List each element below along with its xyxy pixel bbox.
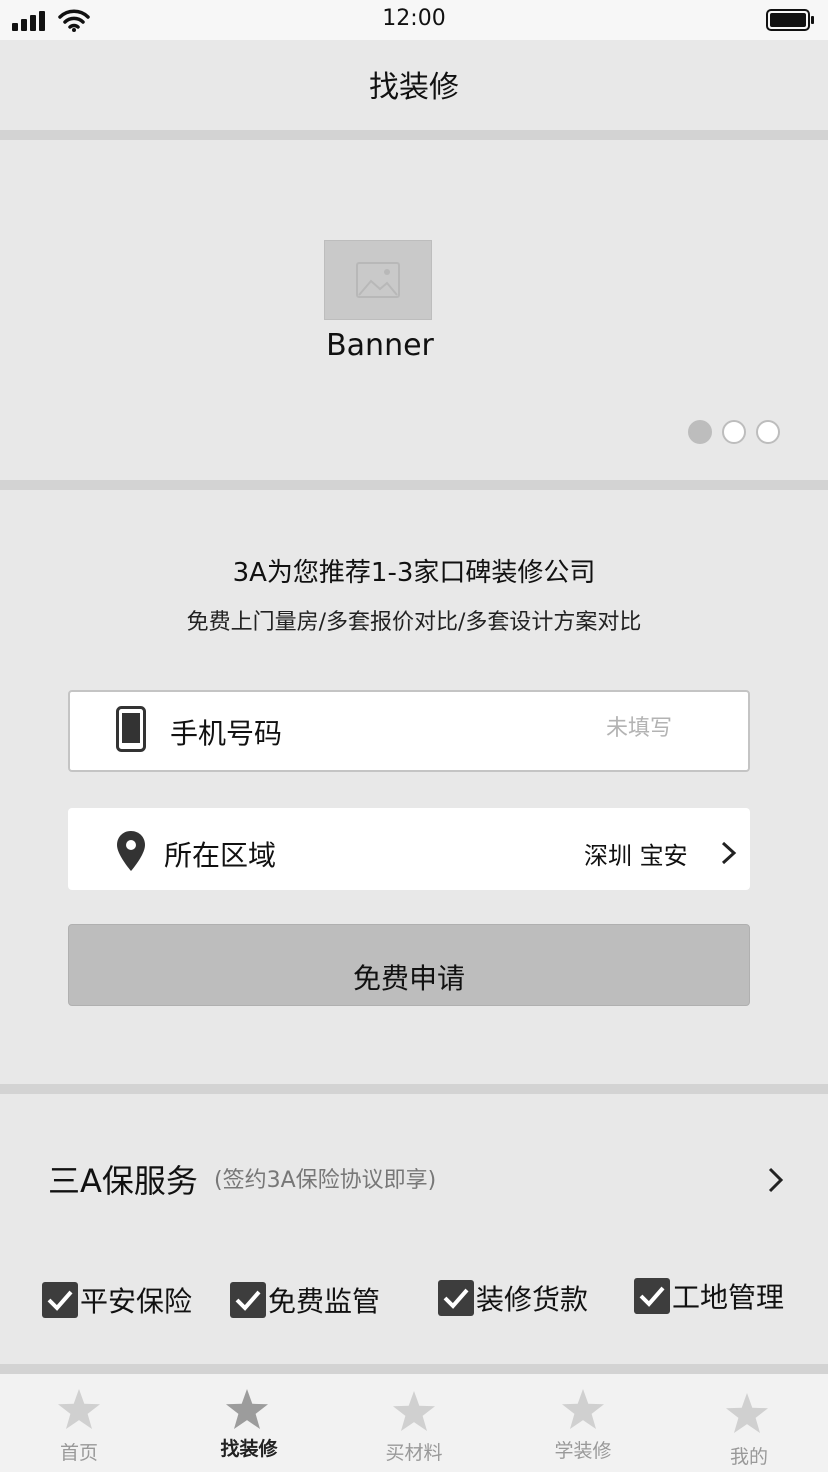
tab-label: 找装修 [220, 1438, 278, 1460]
carousel-dot-active[interactable] [688, 420, 712, 444]
check-icon [443, 1288, 469, 1309]
tab-mine[interactable]: 我的 [689, 1392, 809, 1470]
location-pin-icon [117, 831, 145, 871]
checkbox-checked[interactable] [634, 1278, 670, 1314]
star-icon [393, 1391, 435, 1431]
submit-button[interactable]: 免费申请 [68, 924, 750, 1006]
phone-input[interactable]: 未填写 [606, 710, 672, 742]
tab-find-decoration[interactable]: 找装修 [189, 1388, 309, 1468]
tab-home[interactable]: 首页 [19, 1388, 139, 1468]
service-section [0, 1094, 828, 1364]
battery-icon [766, 9, 814, 31]
service-item-label: 工地管理 [672, 1281, 785, 1314]
service-subtitle: (签约3A保险协议即享) [214, 1168, 437, 1193]
divider [0, 1364, 828, 1374]
banner-label: Banner [326, 328, 434, 363]
image-icon [356, 262, 400, 298]
page-title: 找装修 [369, 70, 459, 105]
checkbox-checked[interactable] [42, 1282, 78, 1318]
chevron-right-icon [721, 841, 737, 865]
service-item-site-management[interactable]: 工地管理 [634, 1276, 784, 1316]
divider [0, 480, 828, 490]
service-item-payment[interactable]: 装修货款 [438, 1278, 588, 1318]
divider [0, 1084, 828, 1094]
region-value: 深圳 宝安 [584, 842, 688, 870]
checkbox-checked[interactable] [230, 1282, 266, 1318]
check-icon [639, 1286, 665, 1307]
service-item-insurance[interactable]: 平安保险 [42, 1280, 192, 1320]
service-title[interactable]: 三A保服务 [48, 1156, 198, 1202]
form-headline: 3A为您推荐1-3家口碑装修公司 [232, 558, 596, 588]
tab-buy-materials[interactable]: 买材料 [354, 1390, 474, 1470]
region-label: 所在区域 [164, 839, 277, 872]
phone-label: 手机号码 [170, 717, 283, 750]
service-item-supervision[interactable]: 免费监管 [230, 1280, 380, 1320]
check-icon [235, 1290, 261, 1311]
status-time: 12:00 [382, 6, 446, 31]
banner-image-placeholder [324, 240, 432, 320]
checkbox-checked[interactable] [438, 1280, 474, 1316]
check-icon [47, 1290, 73, 1311]
chevron-right-icon[interactable] [766, 1166, 786, 1194]
submit-label: 免费申请 [352, 962, 465, 995]
phone-icon [116, 706, 146, 752]
service-item-label: 平安保险 [80, 1285, 193, 1318]
star-icon [226, 1389, 268, 1429]
star-icon [726, 1393, 768, 1433]
tab-label: 首页 [59, 1442, 98, 1464]
tab-label: 买材料 [385, 1442, 443, 1464]
carousel-dot[interactable] [756, 420, 780, 444]
carousel-dot[interactable] [722, 420, 746, 444]
region-selector[interactable]: 所在区域 深圳 宝安 [68, 808, 750, 890]
service-item-label: 免费监管 [268, 1285, 381, 1318]
divider [0, 130, 828, 140]
service-item-label: 装修货款 [476, 1283, 589, 1316]
tab-learn-decoration[interactable]: 学装修 [523, 1388, 643, 1468]
star-icon [58, 1389, 100, 1429]
tab-label: 我的 [729, 1446, 768, 1468]
star-icon [562, 1389, 604, 1429]
form-subline: 免费上门量房/多套报价对比/多套设计方案对比 [186, 610, 642, 635]
phone-field[interactable]: 手机号码 未填写 [68, 690, 750, 772]
tab-label: 学装修 [554, 1440, 612, 1462]
